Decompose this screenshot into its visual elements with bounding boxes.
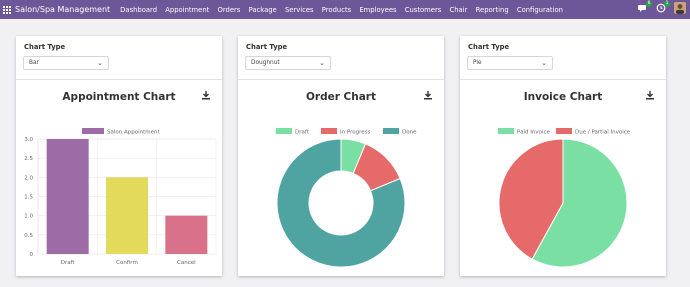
menu-item-package[interactable]: Package (249, 6, 277, 14)
menu-item-orders[interactable]: Orders (218, 6, 241, 14)
y-tick-label: 2.0 (24, 175, 33, 181)
menu-item-appointment[interactable]: Appointment (165, 6, 209, 14)
user-avatar[interactable] (674, 2, 686, 14)
y-tick-label: 2.5 (24, 156, 33, 162)
bar (106, 177, 148, 254)
apps-menu-icon[interactable] (3, 5, 11, 14)
appointment-bar-chart: Salon Appointment 0 0.5 1.0 1.5 2.0 2.5 3.0 Draf… (24, 128, 217, 266)
menu-item-dashboard[interactable]: Dashboard (120, 6, 157, 14)
menu-item-employees[interactable]: Employees (359, 6, 396, 14)
y-tick-label: 1.5 (24, 195, 33, 201)
main-menu: Dashboard Appointment Orders Package Ser… (120, 6, 571, 14)
y-tick-label: 0.5 (24, 233, 33, 239)
invoice-pie-chart: Paid Invoice Due / Partial Invoice (498, 128, 631, 268)
bar (46, 139, 89, 254)
appointment-chart-card: Chart Type Bar ⌄ Appointment Chart Salon… (16, 36, 222, 276)
menu-item-configuration[interactable]: Configuration (517, 6, 563, 14)
top-navbar: Salon/Spa Management Dashboard Appointme… (0, 0, 690, 19)
menu-item-customers[interactable]: Customers (405, 6, 442, 14)
legend-swatch (276, 128, 292, 134)
messages-count-badge: 6 (646, 1, 652, 7)
y-tick-label: 0 (30, 252, 34, 258)
order-doughnut-chart: Draft In Progress Done (276, 128, 417, 268)
menu-item-chair[interactable]: Chair (450, 6, 468, 14)
legend-label: In Progress (340, 130, 370, 136)
y-tick-label: 1.0 (24, 214, 33, 220)
legend-swatch (321, 128, 337, 134)
menu-item-reporting[interactable]: Reporting (476, 6, 509, 14)
app-brand[interactable]: Salon/Spa Management (15, 5, 110, 14)
order-chart-card: Chart Type Doughnut ⌄ Order Chart Draft I… (238, 36, 444, 276)
x-tick-label: Draft (61, 260, 76, 266)
menu-item-services[interactable]: Services (285, 6, 314, 14)
legend-swatch (82, 128, 104, 134)
legend-label: Paid Invoice (517, 130, 550, 136)
messages-icon[interactable]: 6 (638, 1, 652, 13)
legend-label: Due / Partial Invoice (575, 130, 631, 136)
x-tick-label: Cancel (177, 260, 196, 266)
legend-label: Draft (295, 130, 310, 136)
legend-label: Salon Appointment (107, 130, 160, 136)
bar (165, 215, 208, 254)
menu-item-products[interactable]: Products (322, 6, 351, 14)
activities-count-badge: 1 (664, 1, 670, 7)
legend-swatch (556, 128, 572, 134)
invoice-chart-card: Chart Type Pie ⌄ Invoice Chart Paid Invo… (460, 36, 666, 276)
legend-swatch (383, 128, 399, 134)
activities-clock-icon[interactable]: 1 (656, 1, 670, 13)
y-tick-label: 3.0 (24, 137, 33, 143)
legend-swatch (498, 128, 514, 134)
x-tick-label: Confirm (116, 260, 138, 266)
legend-label: Done (402, 130, 417, 136)
